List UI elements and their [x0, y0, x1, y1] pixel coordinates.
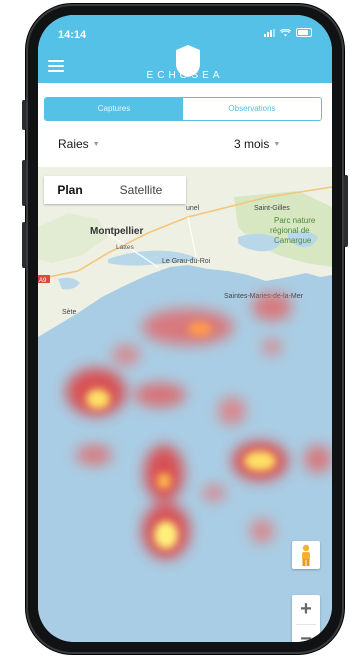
wifi-icon [280, 28, 291, 36]
pegman-icon [302, 544, 310, 566]
zoom-in-button[interactable]: + [292, 595, 320, 624]
map-label-saint-gilles: Saint-Gilles [254, 205, 290, 212]
zoom-control: + − [292, 595, 320, 642]
status-time: 14:14 [58, 29, 87, 41]
phone-side-button [22, 160, 26, 206]
heat-hotspot [188, 322, 212, 336]
species-select-value: Raies [58, 137, 89, 151]
heat-blob [142, 309, 234, 345]
heat-hotspot [86, 389, 110, 409]
heat-hotspot [157, 473, 171, 489]
heat-blob [262, 339, 282, 355]
heat-hotspot [244, 451, 276, 471]
map-type-toggle: Plan Satellite [44, 176, 186, 204]
phone-side-button [22, 222, 26, 268]
period-select-value: 3 mois [234, 137, 270, 151]
heatmap-canvas: A9 Montpellier Lattes Le Grau-du-Roi Sai… [38, 167, 332, 642]
map-label-parc-line3: Camargue [274, 236, 312, 245]
map-label-parc-line2: régional de [270, 226, 310, 235]
heat-blob [252, 293, 292, 321]
heat-hotspot [154, 521, 178, 549]
tab-captures[interactable]: Captures [45, 98, 183, 120]
street-view-pegman-button[interactable] [292, 541, 320, 569]
heat-blob [202, 485, 226, 501]
battery-icon [296, 28, 312, 37]
captures-observations-toggle: Captures Observations [44, 97, 322, 121]
map-label-lunel: unel [186, 205, 200, 212]
map-view[interactable]: A9 Montpellier Lattes Le Grau-du-Roi Sai… [38, 167, 332, 642]
map-label-montpellier: Montpellier [90, 226, 143, 237]
filter-panel: Captures Observations Raies ▼ 3 mois ▼ [38, 83, 332, 167]
app-screen: 14:14 ECHOSEA Captures Observations Raie… [38, 15, 332, 642]
period-select[interactable]: 3 mois ▼ [234, 137, 280, 151]
app-header: 14:14 ECHOSEA [38, 15, 332, 83]
map-type-plan-button[interactable]: Plan [44, 176, 96, 204]
phone-power-button [344, 175, 348, 247]
dropdown-caret-icon: ▼ [273, 141, 281, 148]
species-select[interactable]: Raies ▼ [58, 137, 100, 151]
map-label-parc-line1: Parc nature [274, 216, 316, 225]
road-label: A9 [39, 278, 47, 284]
heat-blob [304, 445, 332, 473]
heat-blob [250, 519, 274, 543]
map-type-satellite-button[interactable]: Satellite [96, 176, 186, 204]
status-icons [264, 28, 312, 37]
map-label-lattes: Lattes [116, 244, 134, 251]
phone-side-button [22, 100, 26, 130]
heat-blob [218, 397, 246, 425]
heat-blob [76, 445, 112, 465]
map-label-grau-du-roi: Le Grau-du-Roi [162, 258, 211, 265]
zoom-out-button[interactable]: − [292, 625, 320, 642]
heat-blob [134, 383, 186, 407]
map-label-sete: Sète [62, 309, 77, 316]
tab-observations[interactable]: Observations [183, 98, 321, 120]
heat-blob [112, 345, 140, 365]
signal-icon [264, 28, 275, 37]
dropdown-caret-icon: ▼ [92, 141, 100, 148]
app-brand-title: ECHOSEA [146, 70, 224, 81]
